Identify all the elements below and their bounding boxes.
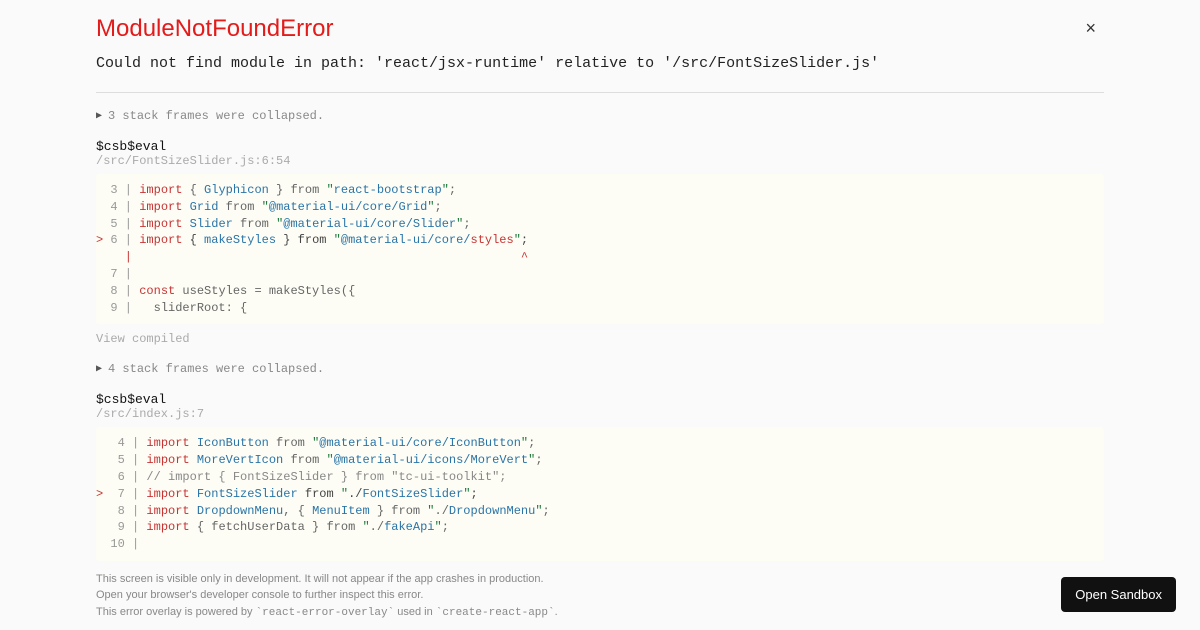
error-title: ModuleNotFoundError — [96, 15, 1104, 43]
error-overlay: ModuleNotFoundError Could not find modul… — [0, 0, 1200, 621]
frame-function: $csb$eval — [96, 139, 1104, 154]
collapsed-frames-toggle[interactable]: ▶ 3 stack frames were collapsed. — [96, 109, 1104, 123]
footer-line: Open your browser's developer console to… — [96, 587, 1104, 604]
stack-frame-header: $csb$eval /src/index.js:7 — [96, 392, 1104, 421]
collapsed-frames-toggle[interactable]: ▶ 4 stack frames were collapsed. — [96, 362, 1104, 376]
code-snippet: 4 | import IconButton from "@material-ui… — [96, 427, 1104, 561]
frame-location: /src/index.js:7 — [96, 407, 1104, 421]
footer-note: This screen is visible only in developme… — [96, 571, 1104, 622]
code-snippet: 3 | import { Glyphicon } from "react-boo… — [96, 174, 1104, 324]
collapsed-frames-label: 4 stack frames were collapsed. — [108, 362, 324, 376]
stack-frame-header: $csb$eval /src/FontSizeSlider.js:6:54 — [96, 139, 1104, 168]
frame-location: /src/FontSizeSlider.js:6:54 — [96, 154, 1104, 168]
view-compiled-link[interactable]: View compiled — [96, 332, 1104, 346]
close-icon[interactable]: × — [1085, 18, 1096, 39]
collapsed-frames-label: 3 stack frames were collapsed. — [108, 109, 324, 123]
divider — [96, 92, 1104, 93]
triangle-right-icon: ▶ — [96, 110, 102, 122]
open-sandbox-button[interactable]: Open Sandbox — [1061, 577, 1176, 612]
footer-line: This error overlay is powered by `react-… — [96, 604, 1104, 622]
error-message: Could not find module in path: 'react/js… — [96, 55, 1104, 72]
frame-function: $csb$eval — [96, 392, 1104, 407]
footer-line: This screen is visible only in developme… — [96, 571, 1104, 588]
triangle-right-icon: ▶ — [96, 363, 102, 375]
